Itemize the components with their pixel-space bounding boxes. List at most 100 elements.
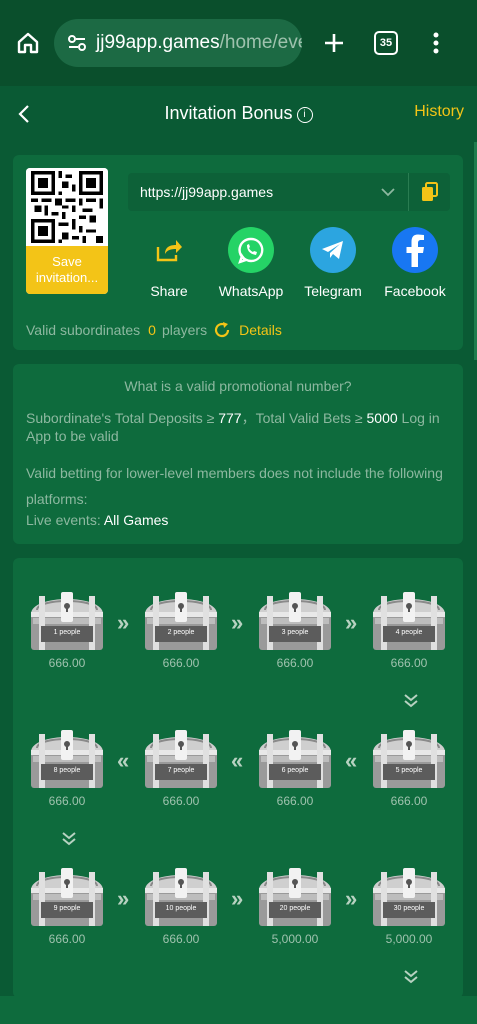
chest-icon: 20 people [253,864,337,930]
rules-card: What is a valid promotional number? Subo… [13,364,463,544]
telegram-label: Telegram [304,283,362,299]
chest-amount: 666.00 [48,656,86,670]
chest-people-label: 1 people [53,629,81,636]
chest-people-label: 2 people [167,629,195,636]
telegram-button[interactable]: Telegram [292,227,374,299]
chest-icon: 5 people [367,726,451,792]
chest-amount: 666.00 [390,656,428,670]
share-button[interactable]: Share [128,227,210,299]
chest-icon: 4 people [367,588,451,654]
chest-amount: 666.00 [390,794,428,808]
chest-amount: 666.00 [276,794,314,808]
site-settings-icon[interactable] [66,32,88,54]
qr-code [26,168,108,246]
subordinates-label: Valid subordinates [26,322,141,338]
chest-amount: 666.00 [48,794,86,808]
whatsapp-icon [228,227,274,273]
chest-people-label: 4 people [395,629,423,636]
history-link[interactable]: History [414,103,464,121]
treasure-chest[interactable]: 3 people 666.00 [253,588,337,670]
treasure-chest[interactable]: 10 people 666.00 [139,864,223,946]
bottom-bar [0,996,477,1024]
chest-icon: 1 people [25,588,109,654]
arrow-right-icon: » [117,886,129,911]
treasure-chest[interactable]: 9 people 666.00 [25,864,109,946]
whatsapp-button[interactable]: WhatsApp [210,227,292,299]
qr-code-panel[interactable]: Save invitation... [26,168,108,294]
treasure-chest[interactable]: 8 people 666.00 [25,726,109,808]
chest-people-label: 6 people [281,767,309,774]
chevron-down-icon[interactable] [376,180,400,204]
telegram-icon [310,227,356,273]
treasure-chest[interactable]: 30 people 5,000.00 [367,864,451,946]
chest-people-label: 30 people [393,905,425,912]
chevron-double-down-icon [401,692,421,710]
facebook-icon [392,227,438,273]
page-title: Invitation Bonus i [0,103,477,124]
url-path: /home/eve [219,32,302,53]
subordinates-count: 0 [148,322,156,338]
chest-icon: 2 people [139,588,223,654]
treasure-chest[interactable]: 7 people 666.00 [139,726,223,808]
live-events-label: Live events: [26,512,104,528]
url-host: jj99app.games [96,32,220,53]
facebook-label: Facebook [384,283,446,299]
chest-icon: 7 people [139,726,223,792]
arrow-right-icon: » [117,610,129,635]
treasure-chest[interactable]: 1 people 666.00 [25,588,109,670]
chest-amount: 666.00 [162,932,200,946]
copy-icon[interactable] [408,173,450,211]
chest-amount: 666.00 [162,794,200,808]
refresh-icon[interactable] [213,321,231,339]
arrow-right-icon: » [345,610,357,635]
more-menu-icon[interactable] [426,27,446,59]
rule-live-events: Live events: All Games [26,512,168,528]
rule1-text-a: Subordinate's Total Deposits ≥ [26,410,219,426]
home-icon[interactable] [12,27,44,59]
whatsapp-label: WhatsApp [218,283,284,299]
new-tab-icon[interactable] [318,27,350,59]
facebook-button[interactable]: Facebook [374,227,456,299]
share-icon [146,227,192,273]
rule1-deposit-value: 777 [218,410,242,426]
chest-people-label: 10 people [165,905,197,912]
save-invitation-button[interactable]: Save invitation... [26,246,108,294]
arrow-left-icon: « [117,748,129,773]
info-icon[interactable]: i [296,107,313,123]
invite-card: Save invitation... https://jj99app.games… [13,155,463,350]
live-events-value: All Games [103,512,169,528]
chest-icon: 9 people [25,864,109,930]
invite-link-text: https://jj99app.games [140,184,274,200]
chest-amount: 666.00 [162,656,200,670]
arrow-right-icon: » [231,886,243,911]
chest-icon: 30 people [367,864,451,930]
address-bar[interactable]: jj99app.games/home/eve [54,19,302,67]
subordinates-unit: players [161,322,208,338]
details-link[interactable]: Details [239,322,282,338]
treasure-chest[interactable]: 4 people 666.00 [367,588,451,670]
chest-amount: 5,000.00 [271,932,319,946]
chest-rewards-card: 1 people 666.00 2 people 666.00 3 people 66… [13,558,463,998]
arrow-left-icon: « [345,748,357,773]
treasure-chest[interactable]: 20 people 5,000.00 [253,864,337,946]
arrow-right-icon: » [345,886,357,911]
rules-question: What is a valid promotional number? [124,378,352,394]
tab-switcher-button[interactable]: 35 [374,31,398,55]
chest-people-label: 3 people [281,629,309,636]
chest-people-label: 5 people [395,767,423,774]
rule1-bets-value: 5000 [366,410,398,426]
treasure-chest[interactable]: 2 people 666.00 [139,588,223,670]
invite-link-select[interactable]: https://jj99app.games [128,173,450,211]
page-title-text: Invitation Bonus [164,103,293,123]
browser-toolbar: jj99app.games/home/eve 35 [0,0,477,86]
treasure-chest[interactable]: 5 people 666.00 [367,726,451,808]
chest-icon: 8 people [25,726,109,792]
rule1-text-c: ，Total Valid Bets ≥ [241,410,367,426]
treasure-chest[interactable]: 6 people 666.00 [253,726,337,808]
chest-people-label: 7 people [167,767,195,774]
chest-people-label: 9 people [53,905,81,912]
rule-deposits-bets: Subordinate's Total Deposits ≥ 777，Total… [26,409,446,445]
chest-amount: 5,000.00 [385,932,433,946]
arrow-left-icon: « [231,748,243,773]
valid-subordinates-row: Valid subordinates 0 players Details [26,321,282,339]
